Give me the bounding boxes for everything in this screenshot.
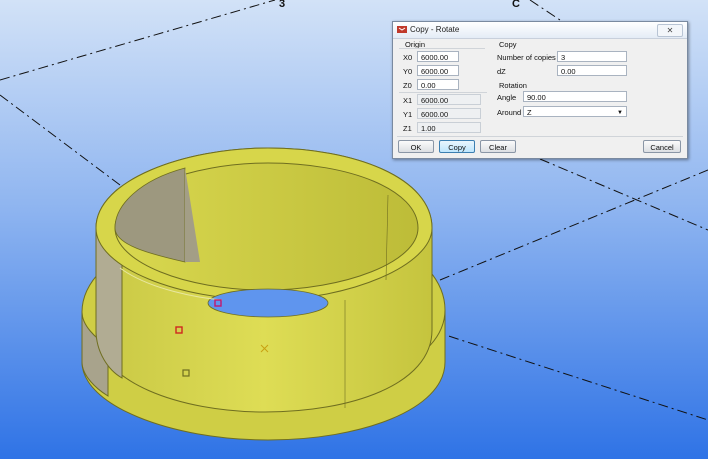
copy-button[interactable]: Copy [439, 140, 475, 153]
angle-input[interactable]: 90.00 [523, 91, 627, 102]
y0-label: Y0 [403, 67, 413, 76]
copy-rotate-dialog: Copy - Rotate ✕ Origin X0 6000.00 Y0 600… [392, 21, 688, 159]
ok-button[interactable]: OK [398, 140, 434, 153]
number-of-copies-label: Number of copies [497, 53, 556, 62]
y1-label: Y1 [403, 110, 413, 119]
dz-input[interactable]: 0.00 [557, 65, 627, 76]
around-label: Around [497, 108, 522, 117]
grid-label-c: C [512, 0, 520, 10]
x0-input[interactable]: 6000.00 [417, 51, 459, 62]
cancel-button[interactable]: Cancel [643, 140, 681, 153]
cylinder-part[interactable] [81, 147, 446, 441]
origin-separator [399, 92, 487, 93]
dialog-titlebar[interactable]: Copy - Rotate ✕ [393, 22, 687, 39]
buttons-divider [397, 136, 683, 137]
app-icon [397, 26, 407, 33]
z0-input[interactable]: 0.00 [417, 79, 459, 90]
angle-label: Angle [497, 93, 517, 102]
origin-divider [399, 48, 485, 49]
y1-input[interactable]: 6000.00 [417, 108, 481, 119]
grid-label-3: 3 [279, 0, 286, 10]
dz-label: dZ [497, 67, 506, 76]
number-of-copies-input[interactable]: 3 [557, 51, 627, 62]
x0-label: X0 [403, 53, 413, 62]
rotation-heading: Rotation [499, 81, 527, 90]
close-icon[interactable]: ✕ [657, 24, 683, 37]
y0-input[interactable]: 6000.00 [417, 65, 459, 76]
dialog-title: Copy - Rotate [410, 25, 460, 34]
clear-button[interactable]: Clear [480, 140, 516, 153]
chevron-down-icon[interactable]: ▼ [617, 108, 623, 116]
x1-label: X1 [403, 96, 413, 105]
around-select-value: Z [527, 108, 532, 117]
copy-heading: Copy [499, 40, 517, 49]
around-select[interactable]: Z ▼ [523, 106, 627, 117]
z1-label: Z1 [403, 124, 412, 133]
x1-input[interactable]: 6000.00 [417, 94, 481, 105]
z0-label: Z0 [403, 81, 412, 90]
z1-input[interactable]: 1.00 [417, 122, 481, 133]
